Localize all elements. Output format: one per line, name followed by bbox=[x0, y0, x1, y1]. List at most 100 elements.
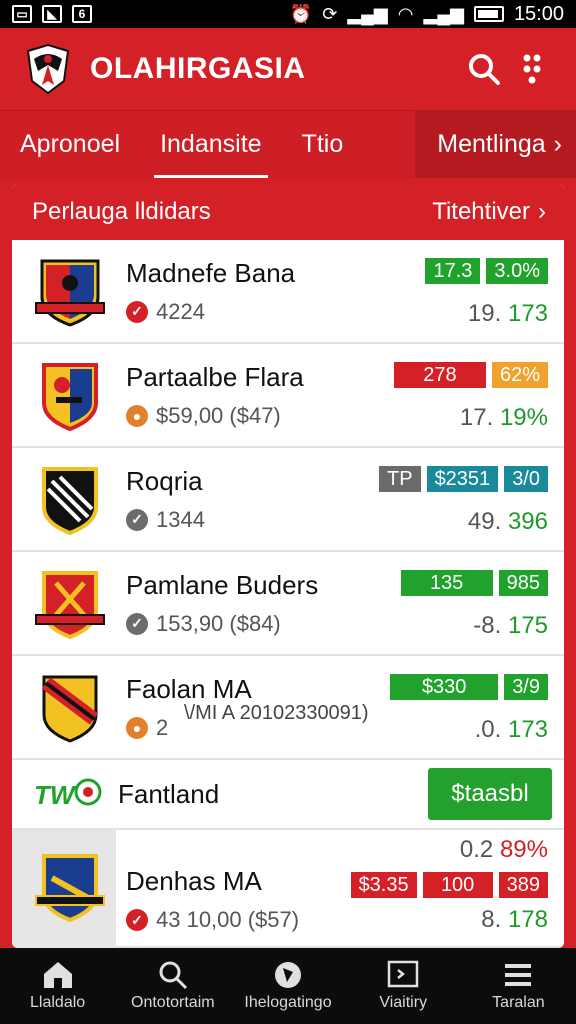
stat-prefix: 17. bbox=[459, 404, 494, 431]
featured-section: TW Fantland $taasbl bbox=[12, 760, 564, 830]
home-icon bbox=[43, 962, 72, 988]
team-row[interactable]: Partaalbe Flara ● $59,00 ($47) 278 62% 1… bbox=[12, 344, 564, 448]
percent-badge: 389 bbox=[498, 872, 548, 898]
stat-value: 173 bbox=[507, 716, 548, 743]
nav-menu-label: Taralan bbox=[492, 994, 545, 1011]
featured-action-button[interactable]: $taasbl bbox=[428, 768, 552, 820]
chevron-right-icon: › bbox=[538, 198, 546, 225]
team-stat: 8. 178 bbox=[481, 906, 548, 934]
more-options-button[interactable] bbox=[508, 45, 556, 93]
notification-count: 6 bbox=[72, 5, 92, 23]
status-bar: ▭ ◣ 6 ⏰ ⟳ ▂▄▆ ◠ ▂▄▆ 15:00 bbox=[0, 0, 576, 28]
nav-search[interactable]: Ontotortaim bbox=[115, 948, 230, 1024]
stat-value: 173 bbox=[507, 300, 548, 327]
team-top-stat: 0.2 89% bbox=[460, 836, 548, 864]
team-record: 4224 bbox=[156, 298, 205, 324]
app-bar: OLAHIRGASIA bbox=[0, 28, 576, 110]
tab-ttio[interactable]: Ttio bbox=[282, 111, 364, 178]
team-row[interactable]: Denhas MA ✓ 43 10,00 ($57) 0.2 89% $3.35… bbox=[12, 830, 564, 948]
featured-logo-icon: TW bbox=[34, 778, 102, 810]
bottom-navigation: Llaldalo Ontotortaim Ihelogatingo Viaiti… bbox=[0, 948, 576, 1024]
stat-prefix: -8. bbox=[473, 612, 502, 639]
score-badge: 135 bbox=[400, 570, 493, 596]
stat-value: 175 bbox=[507, 612, 548, 639]
team-crest-icon bbox=[42, 363, 98, 432]
team-stat: 19. 173 bbox=[468, 300, 548, 328]
signal-icon: ▂▄▆ bbox=[347, 4, 388, 24]
search-icon bbox=[159, 961, 187, 990]
tab-indansite[interactable]: Indansite bbox=[140, 111, 281, 178]
stat-value: 89% bbox=[499, 836, 548, 863]
coin-icon: ● bbox=[126, 404, 148, 427]
stat-prefix: 49. bbox=[467, 508, 502, 535]
score-badge: 100 bbox=[422, 872, 493, 898]
team-crest-icon bbox=[35, 571, 105, 640]
team-stat: 17. 19% bbox=[460, 404, 548, 432]
stat-prefix: 19. bbox=[467, 300, 502, 327]
team-row[interactable]: Pamlane Buders ✓ 153,90 ($84) 135 985 -8… bbox=[12, 552, 564, 656]
category-tabs: Apronoel Indansite Ttio Mentlinga › bbox=[0, 110, 576, 178]
team-record: 2 bbox=[156, 714, 169, 740]
nav-history-label: Viaitiry bbox=[379, 994, 428, 1011]
team-stat: -8. 175 bbox=[473, 612, 548, 640]
team-row[interactable]: Faolan MA ● 2 \/MI A 20102330091) $330 3… bbox=[12, 656, 564, 760]
search-button[interactable] bbox=[460, 45, 508, 93]
stat-value: 178 bbox=[507, 906, 548, 933]
tag-badge: TP bbox=[379, 466, 421, 492]
panel-title: Perlauga lldidars bbox=[32, 198, 211, 225]
stat-prefix: 0.2 bbox=[459, 836, 494, 863]
nav-matches-label: Ihelogatingo bbox=[244, 994, 332, 1011]
score-badge: 17.3 bbox=[425, 258, 481, 284]
ball-icon bbox=[275, 962, 301, 988]
team-record: 1344 bbox=[156, 506, 205, 532]
team-record: $59,00 ($47) bbox=[156, 402, 281, 428]
tab-mentlinga-label: Mentlinga bbox=[437, 130, 546, 158]
search-icon bbox=[469, 54, 500, 85]
percent-badge: 985 bbox=[498, 570, 548, 596]
featured-name: Fantland bbox=[118, 778, 220, 809]
screen-icon bbox=[387, 960, 419, 988]
chevron-right-icon: › bbox=[553, 130, 562, 158]
clock: 15:00 bbox=[513, 2, 564, 25]
more-vertical-icon bbox=[523, 54, 541, 84]
nav-menu[interactable]: Taralan bbox=[461, 948, 576, 1024]
nav-home-label: Llaldalo bbox=[30, 994, 86, 1011]
battery-icon bbox=[473, 6, 504, 22]
team-crest-icon bbox=[41, 675, 99, 743]
tab-mentlinga[interactable]: Mentlinga › bbox=[415, 111, 576, 178]
team-crest-icon bbox=[35, 854, 105, 923]
view-all-link[interactable]: Titehtiver › bbox=[432, 198, 546, 226]
ratio-badge: 3/9 bbox=[504, 674, 548, 700]
team-note: \/MI A 20102330091) bbox=[184, 702, 369, 724]
tab-apronoel[interactable]: Apronoel bbox=[0, 111, 140, 178]
nav-search-label: Ontotortaim bbox=[131, 994, 215, 1011]
panel-header: Perlauga lldidars Titehtiver › bbox=[12, 184, 564, 240]
alarm-icon: ⏰ bbox=[289, 4, 313, 24]
coin-icon: ● bbox=[126, 716, 148, 739]
app-title: OLAHIRGASIA bbox=[90, 52, 306, 85]
standings-panel: Perlauga lldidars Titehtiver › Madnefe B… bbox=[12, 184, 564, 948]
stat-prefix: .0. bbox=[474, 716, 502, 743]
price-badge: $330 bbox=[390, 674, 499, 700]
signal-strength-icon: ▂▄▆ bbox=[423, 4, 464, 24]
app-logo bbox=[26, 43, 70, 95]
nav-matches[interactable]: Ihelogatingo bbox=[230, 948, 345, 1024]
team-row[interactable]: Madnefe Bana ✓ 4224 17.3 3.0% 19. 173 bbox=[12, 240, 564, 344]
percent-badge: 3.0% bbox=[486, 258, 548, 284]
nav-home[interactable]: Llaldalo bbox=[0, 948, 115, 1024]
team-record: 153,90 ($84) bbox=[156, 610, 281, 636]
team-record: 43 10,00 ($57) bbox=[156, 907, 300, 932]
team-stat: 49. 396 bbox=[468, 508, 548, 536]
team-crest-icon bbox=[42, 467, 98, 536]
stat-value: 19% bbox=[499, 404, 548, 431]
team-crest-icon bbox=[35, 259, 105, 327]
image-icon: ◣ bbox=[42, 5, 62, 23]
menu-icon bbox=[505, 964, 532, 986]
view-all-label: Titehtiver bbox=[432, 198, 530, 225]
stat-prefix: 8. bbox=[481, 906, 502, 933]
ratio-badge: 3/0 bbox=[504, 466, 548, 492]
team-row[interactable]: Roqria ✓ 1344 TP $2351 3/0 49. 396 bbox=[12, 448, 564, 552]
wifi-icon: ◠ bbox=[397, 4, 414, 24]
nav-history[interactable]: Viaitiry bbox=[346, 948, 461, 1024]
check-icon: ✓ bbox=[126, 612, 148, 635]
